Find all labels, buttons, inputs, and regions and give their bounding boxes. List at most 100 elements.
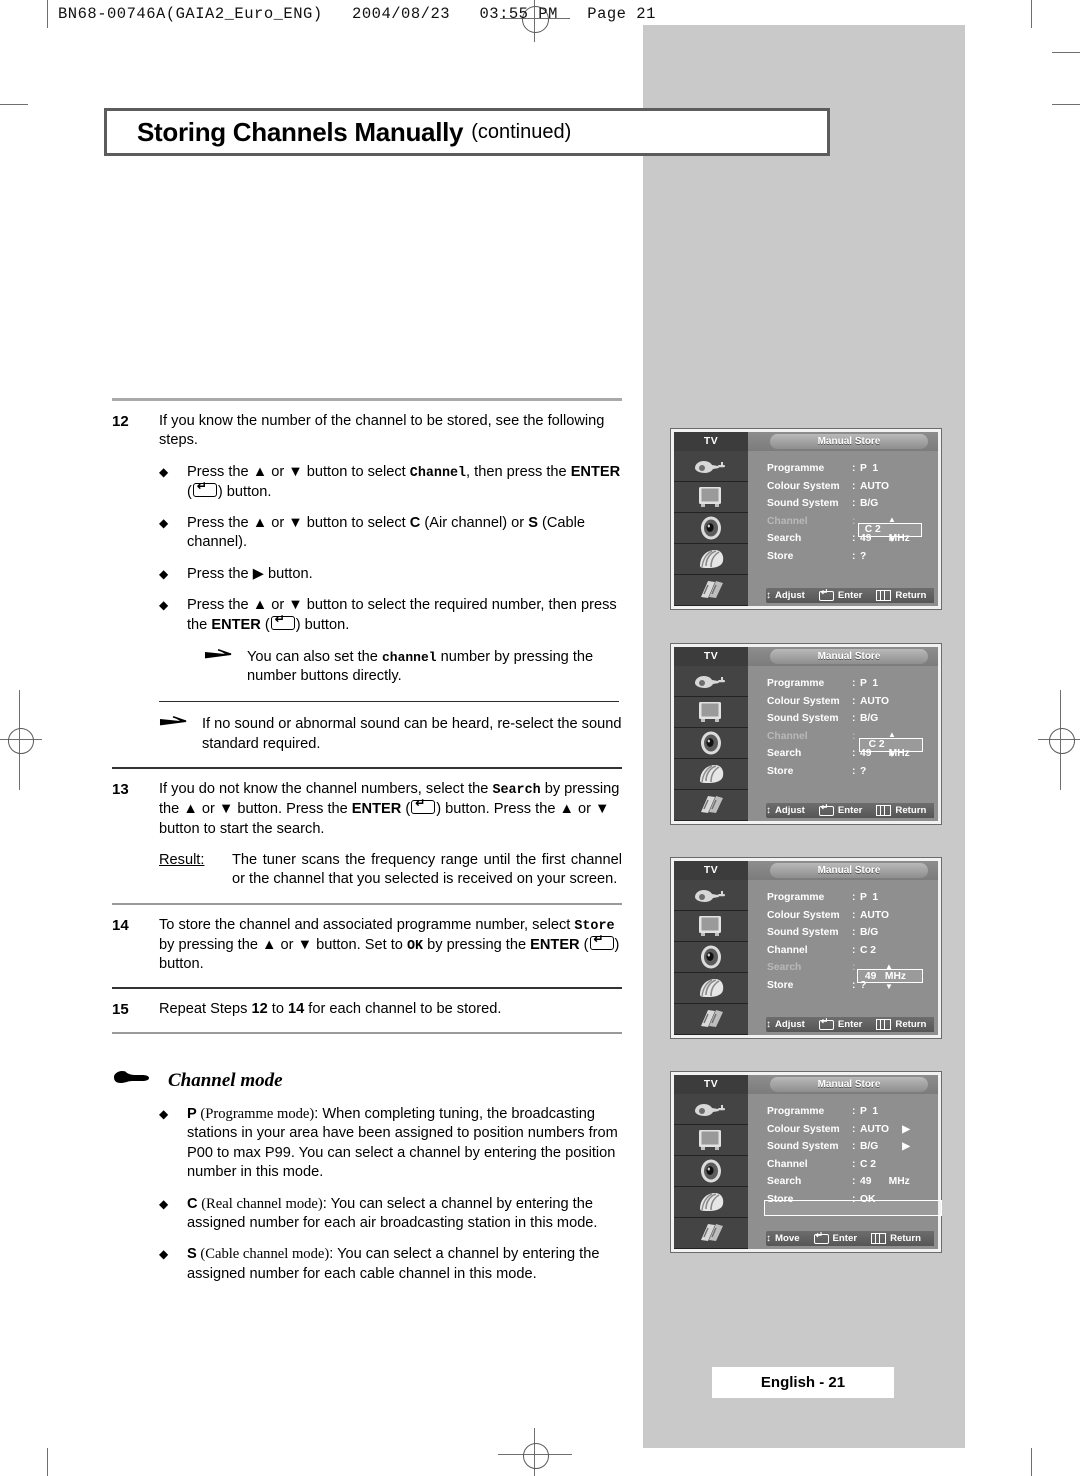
diamond-bullet-icon: ◆ xyxy=(159,464,169,479)
speaker-icon[interactable] xyxy=(674,513,748,544)
tv-set-icon[interactable] xyxy=(674,482,748,513)
osd-row-programme[interactable]: Programme: P 1 xyxy=(767,889,932,907)
osd-row-channel[interactable]: Channel: C 2 xyxy=(767,1156,932,1174)
osd-up-arrow-icon[interactable]: ▲ xyxy=(885,962,893,970)
osd-footer-adjust[interactable]: ↕ Adjust xyxy=(766,1019,805,1030)
enter-key-icon xyxy=(818,1017,834,1030)
page-title-suffix: (continued) xyxy=(471,120,572,143)
osd-down-arrow-icon[interactable]: ▼ xyxy=(885,982,893,990)
osd-row-label: Channel xyxy=(767,730,808,742)
arrow-note-icon xyxy=(159,715,202,754)
features-icon[interactable] xyxy=(674,1218,748,1249)
features-icon[interactable] xyxy=(674,790,748,821)
osd-row-label: Programme xyxy=(767,1106,825,1118)
antenna-plug-icon[interactable] xyxy=(674,1094,748,1125)
osd-row-colon: : xyxy=(852,892,856,904)
tick-right-top xyxy=(1052,104,1080,106)
osd-row-colour-system[interactable]: Colour System: AUTO ▶ xyxy=(767,1121,932,1139)
osd-up-arrow-icon[interactable]: ▲ xyxy=(888,516,896,524)
osd-footer-enter[interactable]: Enter xyxy=(818,1017,862,1030)
up-down-arrow-icon: ↕ xyxy=(766,805,771,816)
osd-row-store[interactable]: Store:? xyxy=(767,548,932,566)
speaker-icon[interactable] xyxy=(674,942,748,973)
picture-setup-icon[interactable] xyxy=(674,973,748,1004)
osd-footer-return[interactable]: Return xyxy=(871,1233,921,1244)
osd-up-arrow-icon[interactable]: ▲ xyxy=(888,731,896,739)
osd-footer-adjust[interactable]: ↕ Adjust xyxy=(766,805,805,816)
tv-set-icon[interactable] xyxy=(674,1125,748,1156)
osd-footer-return[interactable]: Return xyxy=(876,805,926,816)
osd-row-programme[interactable]: Programme: P 1 xyxy=(767,460,932,478)
osd-row-label: Sound System xyxy=(767,1141,839,1153)
features-icon[interactable] xyxy=(674,575,748,606)
bullet-item: ◆ Press the ▲ or ▼ button to select the … xyxy=(159,596,622,635)
step-13-number: 13 xyxy=(112,781,129,799)
osd-footer-enter[interactable]: Enter xyxy=(813,1231,858,1244)
osd-row-value: 49 MHz xyxy=(860,1176,910,1188)
osd-selection-highlight[interactable] xyxy=(764,1199,942,1216)
osd-row-sound-system[interactable]: Sound System: B/G xyxy=(767,924,932,942)
osd-row-value: AUTO xyxy=(860,695,889,707)
osd-row-colour-system[interactable]: Colour System: AUTO xyxy=(767,478,932,496)
osd-row-list: Programme: P 1 Colour System: AUTO Sound Sys… xyxy=(767,675,932,780)
osd-footer-enter[interactable]: Enter xyxy=(818,588,862,601)
antenna-plug-icon[interactable] xyxy=(674,666,748,697)
enter-key-icon xyxy=(818,803,834,816)
osd-down-arrow-icon[interactable]: ▼ xyxy=(888,536,896,544)
osd-footer-return[interactable]: Return xyxy=(876,1019,926,1030)
osd-menu-body: Programme: P 1 Colour System: AUTO ▶ Sound Sy… xyxy=(748,1094,942,1249)
bullet-item: ◆ Press the ▶ button. xyxy=(159,565,622,584)
osd-row-store[interactable]: Store:? xyxy=(767,763,932,781)
tv-set-icon[interactable] xyxy=(674,911,748,942)
osd-row-programme[interactable]: Programme: P 1 xyxy=(767,1103,932,1121)
osd-row-label: Programme xyxy=(767,678,825,690)
osd-row-label: Programme xyxy=(767,892,825,904)
bullet-text: Press the ▲ or ▼ button to select C (Air… xyxy=(187,515,585,551)
osd-row-colour-system[interactable]: Colour System: AUTO xyxy=(767,693,932,711)
picture-setup-icon[interactable] xyxy=(674,1187,748,1218)
picture-setup-icon[interactable] xyxy=(674,544,748,575)
antenna-plug-icon[interactable] xyxy=(674,880,748,911)
features-icon[interactable] xyxy=(674,1004,748,1035)
osd-row-colour-system[interactable]: Colour System: AUTO xyxy=(767,907,932,925)
diamond-bullet-icon: ◆ xyxy=(159,1196,169,1211)
osd-down-arrow-icon[interactable]: ▼ xyxy=(888,751,896,759)
osd-row-sound-system[interactable]: Sound System: B/G ▶ xyxy=(767,1138,932,1156)
bullet-item: ◆ P (Programme mode): When completing tu… xyxy=(159,1105,622,1183)
osd-menu-title: Manual Store xyxy=(770,863,928,878)
picture-setup-icon[interactable] xyxy=(674,759,748,790)
antenna-plug-icon[interactable] xyxy=(674,451,748,482)
channel-mode-title: Channel mode xyxy=(168,1069,283,1091)
osd-footer-adjust-label: Move xyxy=(775,1233,800,1244)
osd-screen: TV Manual Store Programme: P 1 Colour System… xyxy=(674,647,938,821)
osd-source-label: TV xyxy=(674,861,748,880)
osd-row-search[interactable]: Search:49 MHz xyxy=(767,1173,932,1191)
osd-row-colon: : xyxy=(852,550,856,562)
osd-row-colon: : xyxy=(852,909,856,921)
step-14-number: 14 xyxy=(112,916,129,934)
osd-screen: TV Manual Store Programme: P 1 Colour System… xyxy=(674,432,938,606)
osd-panel-1: TV Manual Store Programme: P 1 Colour System… xyxy=(671,429,941,609)
osd-footer-enter[interactable]: Enter xyxy=(818,803,862,816)
enter-key-icon xyxy=(818,588,834,601)
osd-row-value: ? xyxy=(860,765,867,777)
tv-set-icon[interactable] xyxy=(674,697,748,728)
osd-row-label: Store xyxy=(767,765,794,777)
note-2-text: If no sound or abnormal sound can be hea… xyxy=(202,716,622,752)
osd-row-value: P 1 xyxy=(860,463,879,475)
divider-step-14 xyxy=(112,902,622,905)
osd-row-sound-system[interactable]: Sound System: B/G xyxy=(767,495,932,513)
osd-footer-adjust[interactable]: ↕ Move xyxy=(766,1233,800,1244)
osd-submenu-arrow-icon: ▶ xyxy=(902,1123,910,1135)
osd-row-sound-system[interactable]: Sound System: B/G xyxy=(767,710,932,728)
osd-footer-adjust[interactable]: ↕ Adjust xyxy=(766,590,805,601)
osd-row-list: Programme: P 1 Colour System: AUTO Sound Sys… xyxy=(767,460,932,565)
speaker-icon[interactable] xyxy=(674,1156,748,1187)
osd-footer-return[interactable]: Return xyxy=(876,590,926,601)
osd-row-programme[interactable]: Programme: P 1 xyxy=(767,675,932,693)
osd-row-value: C 2 xyxy=(860,1158,877,1170)
osd-footer-enter-label: Enter xyxy=(832,1233,858,1244)
osd-row-channel[interactable]: Channel: C 2 xyxy=(767,942,932,960)
speaker-icon[interactable] xyxy=(674,728,748,759)
